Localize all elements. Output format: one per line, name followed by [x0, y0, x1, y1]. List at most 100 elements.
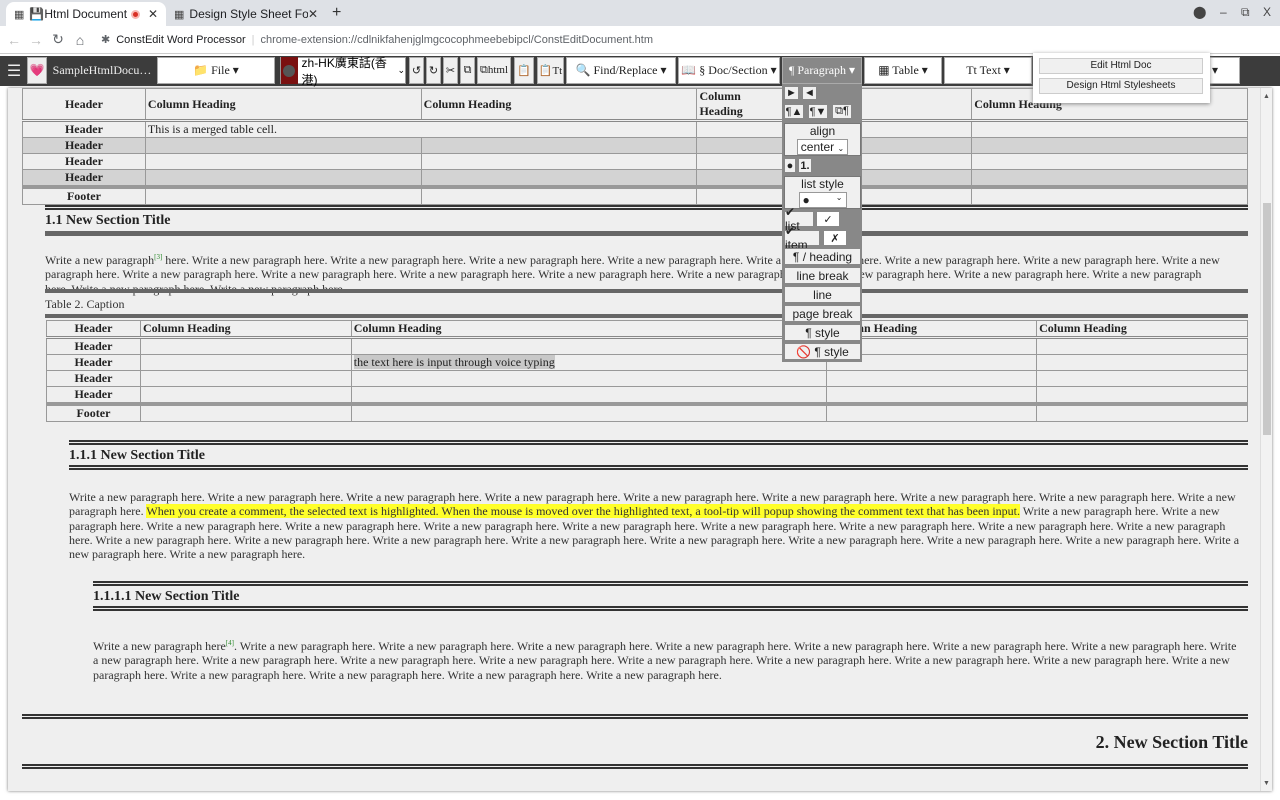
row-header[interactable]: Header	[46, 370, 141, 387]
table-cell[interactable]	[139, 354, 352, 371]
scroll-up-icon[interactable]: ▲	[1263, 92, 1270, 100]
column-heading[interactable]: Column Heading	[1036, 320, 1248, 338]
column-heading[interactable]: Column Heading	[350, 320, 828, 338]
paragraph[interactable]: Write a new paragraph here[4]. Write a n…	[93, 636, 1243, 682]
text-menu-button[interactable]: Tt Text ▾	[944, 57, 1032, 84]
forward-icon[interactable]: →	[25, 32, 47, 48]
section-title-1-1[interactable]: 1.1 New Section Title	[45, 213, 170, 229]
paragraph-style-button[interactable]: ¶ style	[784, 324, 861, 341]
table-cell[interactable]	[350, 370, 828, 387]
paragraph-menu-button[interactable]: ¶ Paragraph ▾	[782, 57, 862, 84]
voice-typing-icon[interactable]	[281, 57, 298, 84]
table-cell[interactable]: the text here is input through voice typ…	[350, 354, 828, 371]
table-cell[interactable]	[696, 137, 785, 154]
close-tab-icon[interactable]: ✕	[148, 7, 158, 21]
move-paragraph-up-button[interactable]: ¶▲	[784, 104, 804, 119]
table-cell[interactable]	[139, 370, 352, 387]
table-cell[interactable]	[350, 403, 828, 422]
design-html-stylesheets-button[interactable]: Design Html Stylesheets	[1039, 78, 1203, 94]
home-icon[interactable]: ⌂	[69, 32, 91, 48]
table-cell[interactable]	[144, 137, 422, 154]
undo-button[interactable]: ↺	[409, 57, 424, 84]
merged-cell[interactable]: This is a merged table cell.	[144, 120, 698, 138]
section-title-1-1-1-1[interactable]: 1.1.1.1 New Section Title	[93, 589, 239, 605]
minimize-button[interactable]: –	[1220, 5, 1227, 19]
row-header[interactable]: Header	[46, 386, 141, 405]
indent-button[interactable]: ►	[784, 86, 799, 100]
item-toggle-button[interactable]: ✔ item	[784, 224, 820, 252]
align-select[interactable]: center ⌄	[796, 139, 849, 155]
tab-html-document[interactable]: ▦ 💾Html Document ✕	[6, 2, 166, 26]
table-cell[interactable]	[139, 337, 352, 355]
url-field[interactable]: ✱ ConstEdit Word Processor | chrome-exte…	[101, 33, 653, 47]
column-heading[interactable]: Column Heading	[420, 88, 698, 121]
table-menu-button[interactable]: ▦ Table ▾	[864, 57, 942, 84]
table-caption[interactable]: Table 2. Caption	[45, 297, 124, 312]
table-cell[interactable]	[971, 137, 1248, 154]
scroll-down-icon[interactable]: ▼	[1263, 779, 1270, 787]
scrollbar-thumb[interactable]	[1263, 203, 1271, 435]
find-replace-menu-button[interactable]: 🔍 Find/Replace ▾	[566, 57, 676, 84]
row-header[interactable]: Header	[46, 354, 141, 371]
row-header[interactable]: Header	[22, 169, 146, 188]
table-cell[interactable]	[420, 153, 698, 170]
comment-highlight[interactable]: When you create a comment, the selected …	[146, 504, 1020, 519]
page-break-button[interactable]: page break	[784, 305, 861, 322]
table-cell[interactable]	[420, 137, 698, 154]
paste-button[interactable]: 📋	[514, 57, 534, 84]
table-cell[interactable]	[696, 169, 785, 188]
language-select[interactable]: zh-HK廣東話(香港) ⌄	[280, 56, 406, 87]
row-header[interactable]: Header	[22, 153, 146, 170]
column-heading[interactable]: Column Heading	[144, 88, 422, 121]
table-cell[interactable]	[1036, 370, 1248, 387]
remove-paragraph-style-button[interactable]: 🚫 ¶ style	[784, 343, 861, 360]
table-cell[interactable]	[144, 153, 422, 170]
row-header[interactable]: Header	[22, 120, 146, 138]
column-heading[interactable]: Column Heading	[139, 320, 352, 338]
line-button[interactable]: line	[784, 286, 861, 303]
table-cell[interactable]	[1036, 403, 1248, 422]
table-cell[interactable]	[1036, 354, 1248, 371]
bullet-list-button[interactable]: ●	[784, 158, 796, 173]
table-cell[interactable]	[971, 169, 1248, 188]
copy-html-button[interactable]: ⧉html	[477, 57, 511, 84]
table-cell[interactable]	[971, 120, 1248, 138]
list-check-box[interactable]: ✓	[816, 211, 840, 227]
table-cell[interactable]	[826, 386, 1038, 405]
redo-button[interactable]: ↻	[426, 57, 441, 84]
reload-icon[interactable]: ↻	[47, 31, 69, 48]
copy-paragraph-button[interactable]: ⧉¶	[832, 104, 852, 119]
edit-html-doc-button[interactable]: Edit Html Doc	[1039, 58, 1203, 74]
paste-text-button[interactable]: 📋Tt	[537, 57, 564, 84]
table-cell[interactable]	[696, 120, 785, 138]
table-cell[interactable]	[971, 186, 1248, 205]
row-header[interactable]: Header	[22, 137, 146, 154]
copy-button[interactable]: ⧉	[460, 57, 475, 84]
close-window-button[interactable]: X	[1263, 5, 1271, 19]
table-cell[interactable]	[350, 386, 828, 405]
tab-design-style-sheet[interactable]: ▦ Design Style Sheet For Ht ✕	[166, 2, 326, 26]
table-cell[interactable]	[696, 186, 785, 205]
row-header[interactable]: Header	[46, 337, 141, 355]
table-cell[interactable]	[139, 386, 352, 405]
table-cell[interactable]	[826, 370, 1038, 387]
paragraph[interactable]: Write a new paragraph here. Write a new …	[69, 490, 1249, 561]
table-cell[interactable]	[420, 186, 698, 205]
table-cell[interactable]	[1036, 337, 1248, 355]
file-menu-button[interactable]: 📁 File ▾	[157, 57, 275, 84]
menu-icon[interactable]: ☰	[3, 57, 25, 84]
table-cell[interactable]	[350, 337, 828, 355]
table-cell[interactable]	[144, 169, 422, 188]
cut-button[interactable]: ✂	[443, 57, 458, 84]
close-tab-icon[interactable]: ✕	[308, 7, 318, 21]
new-tab-button[interactable]: +	[332, 4, 341, 22]
column-heading[interactable]: Column Heading	[696, 88, 785, 121]
restore-button[interactable]: ⧉	[1241, 5, 1250, 20]
document-name[interactable]: SampleHtmlDocu…	[50, 57, 154, 84]
table-cell[interactable]	[696, 153, 785, 170]
section-title-1-1-1[interactable]: 1.1.1 New Section Title	[69, 448, 205, 464]
doc-section-menu-button[interactable]: 📖 § Doc/Section ▾	[678, 57, 780, 84]
table-cell[interactable]	[144, 186, 422, 205]
row-header[interactable]: Header	[22, 88, 146, 121]
profile-icon[interactable]: ⬤	[1193, 5, 1206, 19]
